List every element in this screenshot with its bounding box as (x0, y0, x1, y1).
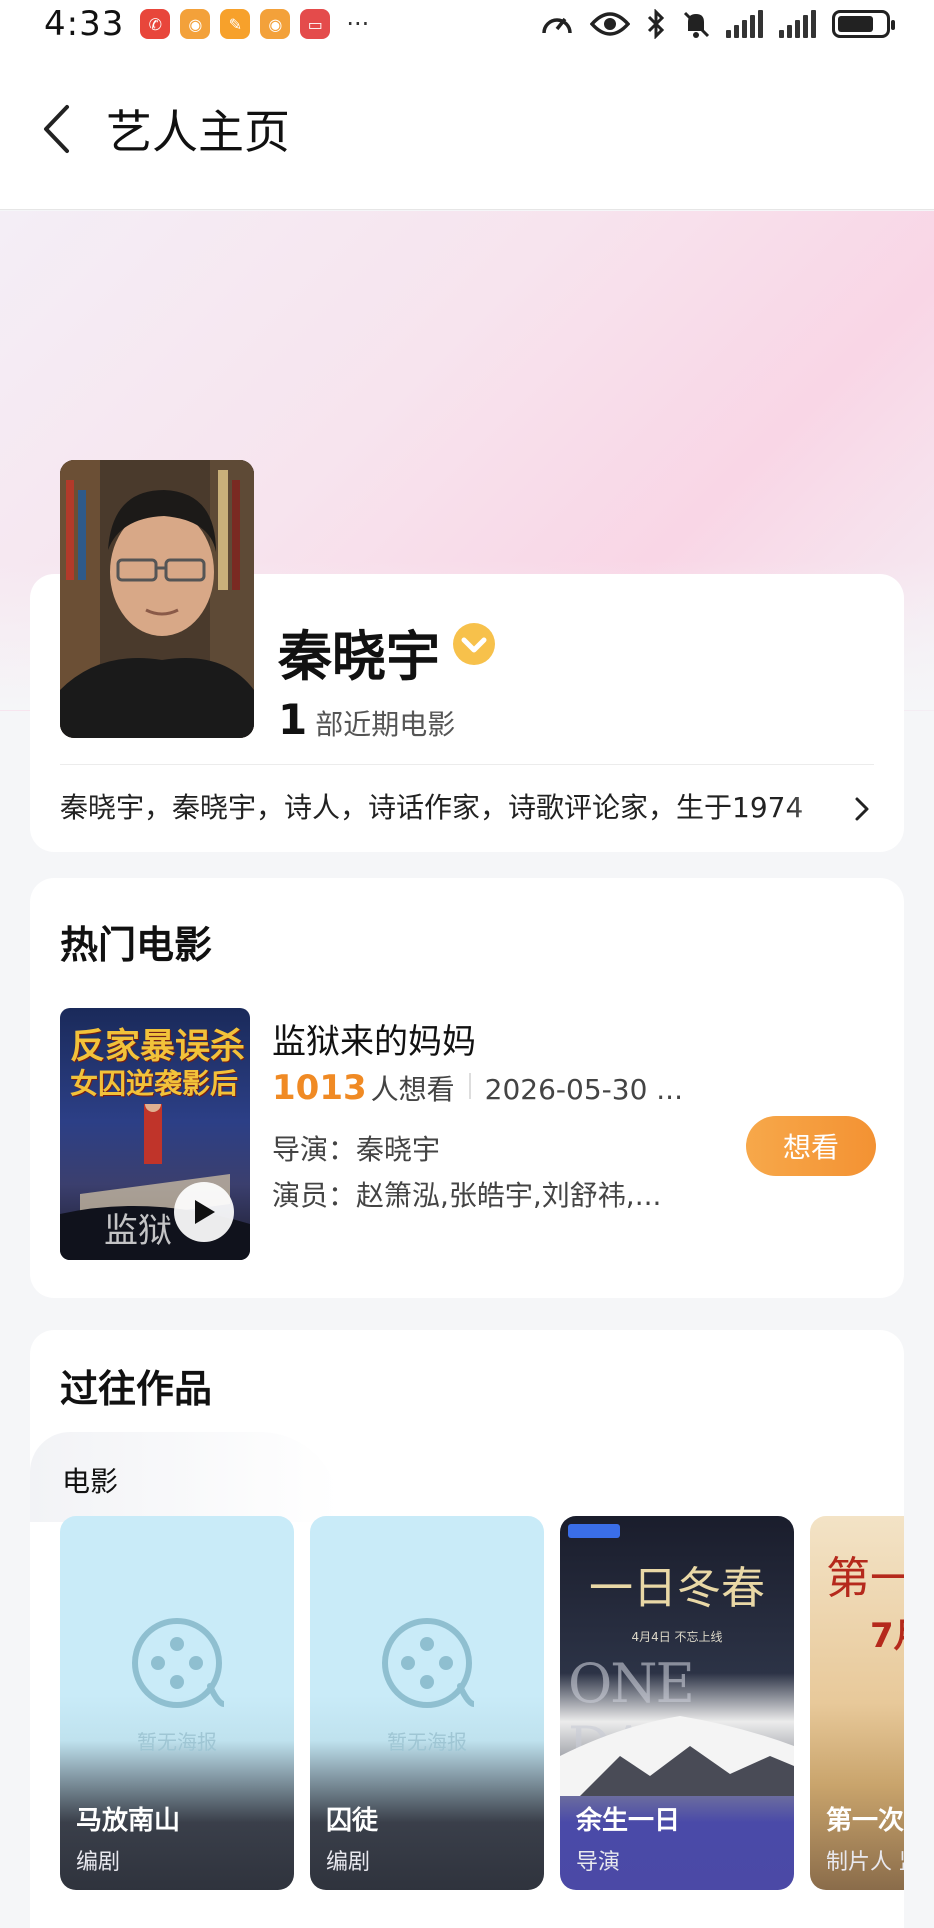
verified-badge-icon (453, 623, 495, 665)
status-bar: 4:33 ✆ ◉ ✎ ◉ ▭ ··· (0, 0, 934, 48)
poster-date: 7月 (870, 1616, 904, 1656)
poster-artwork (560, 1716, 794, 1796)
svg-text:监狱: 监狱 (104, 1211, 172, 1251)
battery-level (838, 16, 873, 32)
past-works-title: 过往作品 (60, 1367, 213, 1411)
notes-app-icon: ✎ (220, 9, 251, 39)
tab-film[interactable]: 电影 (62, 1460, 118, 1500)
recent-movies-number: 1 (278, 695, 308, 744)
work-role: 制片人 监 (826, 1850, 904, 1875)
chevron-right-icon[interactable] (852, 796, 872, 822)
want-to-see-row: 1013 人想看 2026-05-30 ... (272, 1068, 683, 1108)
mute-icon (683, 11, 710, 38)
poster-title: 一日冬春 (589, 1563, 765, 1614)
separator (468, 1073, 471, 1099)
artist-bio[interactable]: 秦晓宇，秦晓宇，诗人，诗话作家，诗歌评论家，生于1974 (60, 786, 850, 830)
bluetooth-icon (647, 9, 665, 39)
poster-artwork: 监狱 (60, 1104, 250, 1260)
work-name: 余生一日 (576, 1806, 681, 1836)
artist-photo[interactable] (60, 460, 254, 738)
work-role: 编剧 (76, 1850, 121, 1875)
play-icon[interactable] (174, 1182, 234, 1242)
no-poster-text: 暂无海报 (137, 1730, 217, 1754)
work-card[interactable]: 一日冬春 4月4日 不忘上线 ONE DAY 余生一日 导演 (560, 1516, 794, 1890)
recent-movies-count: 1 部近期电影 (278, 695, 455, 744)
eye-icon (590, 12, 630, 36)
recent-movies-label: 部近期电影 (315, 708, 456, 741)
missed-call-app-icon: ✆ (140, 9, 171, 39)
chevron-left-icon[interactable] (36, 101, 76, 157)
more-notifications-icon: ··· (346, 10, 370, 38)
release-date: 2026-05-30 ... (484, 1073, 683, 1106)
page-title: 艺人主页 (106, 104, 290, 159)
work-card[interactable]: 第一次 7月 第一次的 制片人 监 (810, 1516, 904, 1890)
weibo-app-icon: ◉ (180, 9, 211, 39)
want-to-see-button[interactable]: 想看 (746, 1116, 876, 1176)
film-reel-icon (382, 1618, 474, 1708)
work-name: 第一次的 (826, 1806, 904, 1836)
movie-poster[interactable]: 反家暴误杀 女囚逆袭影后 监狱 (60, 1008, 250, 1260)
tv-app-icon: ▭ (300, 9, 331, 39)
want-count: 1013 (272, 1068, 367, 1108)
artist-name: 秦晓宇 (278, 625, 440, 688)
work-role: 编剧 (326, 1850, 371, 1875)
battery-icon (832, 10, 895, 38)
platform-badge (568, 1524, 620, 1538)
divider (60, 764, 874, 765)
movie-title[interactable]: 监狱来的妈妈 (272, 1014, 476, 1063)
status-notification-icons: ✆ ◉ ✎ ◉ ▭ ··· (140, 9, 369, 39)
weibo-app-icon-2: ◉ (260, 9, 291, 39)
status-time: 4:33 (44, 4, 125, 44)
no-poster-text: 暂无海报 (387, 1730, 467, 1754)
signal-icon-2 (779, 10, 816, 38)
poster-subtitle-line: 女囚逆袭影后 (70, 1067, 239, 1100)
cast: 演员：赵箫泓,张皓宇,刘舒祎,... (272, 1179, 662, 1212)
signal-icon (726, 10, 763, 38)
work-card[interactable]: 暂无海报 囚徒 编剧 (310, 1516, 544, 1890)
work-name: 囚徒 (326, 1806, 379, 1836)
film-reel-icon (132, 1618, 224, 1708)
poster-subtitle: 4月4日 不忘上线 (631, 1630, 723, 1644)
nav-bar: 艺人主页 (0, 48, 934, 210)
hot-movies-title: 热门电影 (60, 923, 213, 967)
work-card[interactable]: 暂无海报 马放南山 编剧 (60, 1516, 294, 1890)
want-label: 人想看 (370, 1073, 455, 1106)
status-system-icons (540, 9, 895, 39)
director: 导演：秦晓宇 (272, 1133, 441, 1166)
work-name: 马放南山 (76, 1806, 181, 1836)
poster-title: 第一次 (826, 1553, 904, 1604)
works-carousel[interactable]: 暂无海报 马放南山 编剧 暂无海报 囚徒 编剧 一日冬春 4月4日 不忘上线 O… (60, 1516, 904, 1892)
work-role: 导演 (576, 1850, 621, 1875)
speed-icon (542, 17, 572, 34)
